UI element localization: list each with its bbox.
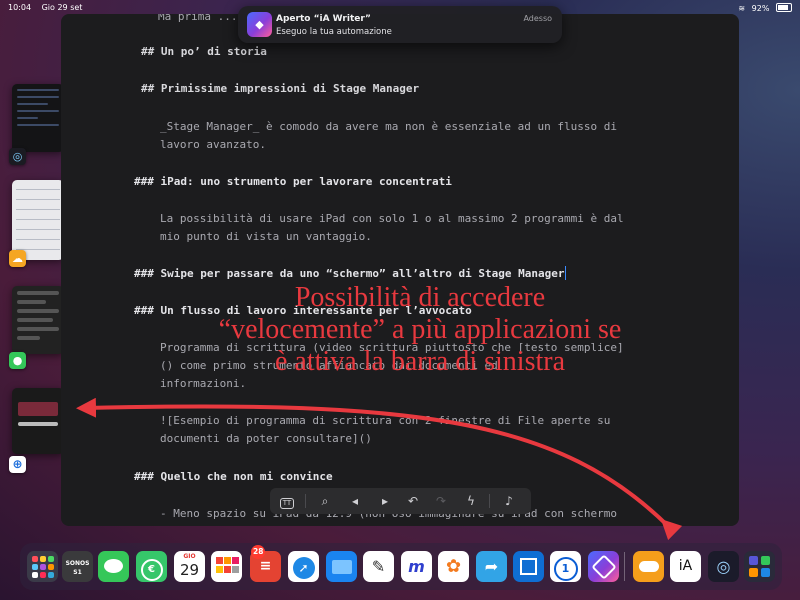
fingerprint-icon[interactable]: ◎: [708, 551, 739, 582]
editor-line[interactable]: mio punto di vista un vantaggio.: [160, 230, 372, 243]
editor-line[interactable]: documenti da poter consultare](): [160, 432, 372, 445]
dock-divider: [624, 552, 625, 581]
square-icon[interactable]: [513, 551, 544, 582]
calendar-day: GIO: [183, 553, 196, 560]
safari-icon: ⊕: [9, 456, 26, 473]
notification-body: Eseguo la tua automazione: [276, 27, 392, 37]
stage-thumb-code-editor[interactable]: [12, 84, 64, 152]
share-icon[interactable]: ➦: [476, 551, 507, 582]
editor-toolbar: TT ⌕ ◂ ▸ ↶ ↷ ϟ ♪: [270, 488, 531, 514]
fingerprint-icon: ◎: [9, 148, 26, 165]
status-time: 10:04: [8, 3, 32, 12]
text-cursor: [565, 266, 567, 280]
dock: SONOS S1 € GIO 29 ≡ ➚ ✎ m ✿ ➦ 1 iA ◎: [20, 543, 782, 590]
recent-apps-icon[interactable]: [744, 551, 775, 582]
editor-line[interactable]: ### Quello che non mi convince: [134, 470, 333, 483]
battery-percent: 92%: [751, 4, 770, 13]
editor-line[interactable]: Ma prima ...: [158, 14, 237, 23]
messages-icon: ●: [9, 352, 26, 369]
ia-writer-window[interactable]: Ma prima ... ## Un po’ di storia ## Prim…: [61, 14, 739, 526]
ia-writer-icon[interactable]: iA: [670, 551, 701, 582]
shortcuts-icon: ◆: [247, 12, 272, 37]
app-library-icon[interactable]: [27, 551, 58, 582]
calendar-icon[interactable]: GIO 29: [174, 551, 205, 582]
editor-line[interactable]: _Stage Manager_ è comodo da avere ma non…: [160, 120, 617, 133]
editor-line[interactable]: ### iPad: uno strumento per lavorare con…: [134, 175, 452, 188]
shortcuts-icon[interactable]: [588, 551, 619, 582]
editor-line[interactable]: lavoro avanzato.: [160, 138, 266, 151]
search-icon[interactable]: ⌕: [314, 488, 336, 514]
annotation-text: Possibilità di accedere “velocemente” a …: [130, 282, 710, 378]
fantastical-icon[interactable]: [211, 551, 242, 582]
cloud-icon: ☁: [9, 250, 26, 267]
notification-title: Aperto “iA Writer”: [276, 14, 371, 24]
arrow-right-icon[interactable]: ▸: [374, 488, 396, 514]
1password-icon[interactable]: 1: [550, 551, 581, 582]
flash-icon[interactable]: ϟ: [460, 488, 482, 514]
cloud-icon[interactable]: [633, 551, 664, 582]
editor-line[interactable]: ## Primissime impressioni di Stage Manag…: [141, 82, 419, 95]
annotation-line: “velocemente” a più applicazioni se: [218, 314, 622, 345]
money-glyph: €: [140, 559, 163, 581]
undo-icon[interactable]: ↶: [402, 488, 424, 514]
1password-glyph: 1: [553, 557, 578, 581]
editor-line[interactable]: informazioni.: [160, 377, 246, 390]
battery-icon: [776, 3, 792, 12]
annotation-line: Possibilità di accedere: [294, 282, 546, 313]
flower-icon[interactable]: ✿: [438, 551, 469, 582]
stage-thumb-safari[interactable]: [12, 388, 64, 454]
sonos-icon[interactable]: SONOS S1: [62, 551, 93, 582]
wifi-icon: ≋: [738, 4, 746, 13]
editor-line-active[interactable]: ### Swipe per passare da uno “schermo” a…: [134, 266, 567, 280]
redo-icon[interactable]: ↷: [430, 488, 452, 514]
stage-thumb-spreadsheet[interactable]: [12, 180, 64, 260]
money-icon[interactable]: €: [136, 551, 167, 582]
safari-icon[interactable]: ➚: [288, 551, 319, 582]
editor-line[interactable]: La possibilità di usare iPad con solo 1 …: [160, 212, 624, 225]
text-format-icon[interactable]: TT: [276, 488, 298, 514]
m-icon[interactable]: m: [401, 551, 432, 582]
stage-thumb-messages[interactable]: [12, 286, 64, 354]
messages-icon[interactable]: [98, 551, 129, 582]
calendar-date: 29: [179, 561, 200, 579]
notification-time: Adesso: [523, 14, 552, 23]
status-date: Gio 29 set: [41, 3, 83, 12]
toolbar-divider: [489, 494, 490, 508]
editor-line-text: ### Swipe per passare da uno “schermo” a…: [134, 267, 565, 280]
notification-banner[interactable]: ◆ Aperto “iA Writer” Eseguo la tua autom…: [238, 6, 562, 43]
arrow-left-icon[interactable]: ◂: [344, 488, 366, 514]
toolbar-divider: [305, 494, 306, 508]
annotation-line: è attiva la barra di sinistra: [275, 346, 565, 377]
editor-line[interactable]: ## Un po’ di storia: [141, 45, 267, 58]
microphone-icon[interactable]: ♪: [498, 488, 520, 514]
notes-icon[interactable]: ✎: [363, 551, 394, 582]
editor-line[interactable]: ![Esempio di programma di scrittura con …: [160, 414, 610, 427]
files-icon[interactable]: [326, 551, 357, 582]
